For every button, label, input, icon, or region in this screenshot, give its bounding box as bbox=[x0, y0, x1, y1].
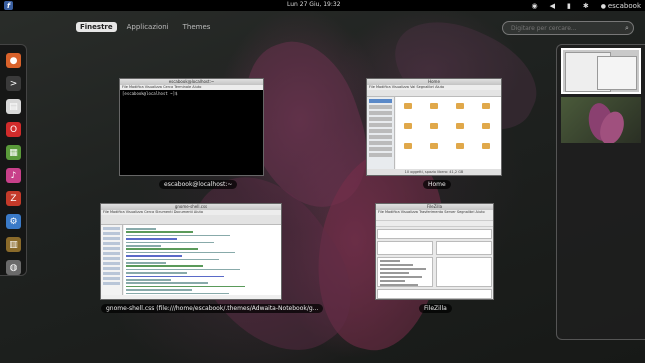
code-line bbox=[126, 255, 182, 257]
file-manager-sidebar bbox=[367, 97, 395, 169]
window-caption-gedit: gnome-shell.css (file:///home/escabook/.… bbox=[101, 304, 324, 313]
code-line bbox=[126, 234, 230, 237]
folder-icon bbox=[404, 123, 412, 129]
file-manager-icon-view bbox=[396, 97, 501, 169]
search-icon: ⌕ bbox=[625, 24, 629, 32]
user-name: escabook bbox=[607, 1, 641, 10]
system-tray: ◉ ◀ ▮ ✱ ● escabook bbox=[531, 0, 641, 11]
file-row bbox=[380, 268, 426, 270]
window-thumbnail-files[interactable]: Home File Modifica Visualizza Vai Segnal… bbox=[366, 78, 502, 176]
bluetooth-icon[interactable]: ✱ bbox=[583, 2, 589, 10]
search-input[interactable] bbox=[502, 21, 634, 35]
file-row bbox=[380, 276, 422, 278]
filezilla-quickconnect bbox=[376, 221, 493, 227]
drive-icon[interactable]: ◍ bbox=[6, 260, 21, 275]
file-row bbox=[380, 272, 409, 274]
filezilla-local-list bbox=[377, 257, 433, 287]
window-thumbnail-filezilla[interactable]: FileZilla File Modifica Visualizza Trasf… bbox=[375, 203, 494, 300]
code-line bbox=[126, 258, 219, 261]
window-caption-terminal: escabook@localhost:~ bbox=[159, 180, 238, 189]
file-row bbox=[380, 280, 405, 282]
code-line bbox=[126, 262, 166, 264]
code-line bbox=[126, 289, 192, 291]
tab-windows[interactable]: Finestre bbox=[76, 22, 117, 32]
code-line bbox=[126, 245, 161, 247]
opera-icon[interactable]: O bbox=[6, 122, 21, 137]
code-line bbox=[126, 228, 156, 230]
terminal-icon[interactable]: > bbox=[6, 76, 21, 91]
image-viewer-icon[interactable]: ▦ bbox=[6, 145, 21, 160]
accessibility-icon[interactable]: ◉ bbox=[531, 2, 537, 10]
code-line bbox=[126, 292, 229, 295]
code-line bbox=[126, 285, 245, 288]
folder-icon bbox=[456, 143, 464, 149]
terminal-prompt: [escabook@localhost ~]$ bbox=[122, 91, 178, 96]
code-line bbox=[126, 268, 240, 271]
file-manager-toolbar bbox=[367, 90, 501, 97]
window-caption-filezilla: FileZilla bbox=[419, 304, 452, 313]
window-menubar: File Modifica Visualizza Trasferimento S… bbox=[376, 210, 493, 215]
dash: ● > ▤ O ▦ ♪ Z ⚙ ▥ ◍ bbox=[0, 44, 27, 276]
code-line bbox=[126, 272, 187, 274]
folder-icon bbox=[456, 103, 464, 109]
window-caption-files: Home bbox=[423, 180, 451, 189]
code-line bbox=[126, 248, 198, 250]
clock[interactable]: Lun 27 Giu, 19:32 bbox=[287, 1, 341, 8]
user-menu[interactable]: ● escabook bbox=[601, 2, 641, 10]
file-manager-status: 10 oggetti, spazio libero: 41,2 GB bbox=[367, 169, 501, 175]
filezilla-queue-pane bbox=[377, 289, 492, 299]
files-icon[interactable]: ▤ bbox=[6, 99, 21, 114]
filezilla-log-pane bbox=[377, 229, 492, 239]
network-icon[interactable]: ▮ bbox=[567, 2, 571, 10]
folder-icon bbox=[404, 143, 412, 149]
code-line bbox=[126, 241, 214, 244]
folder-icon bbox=[430, 123, 438, 129]
view-selector: Finestre Applicazioni Themes bbox=[76, 22, 214, 32]
workspace-2[interactable] bbox=[561, 97, 641, 143]
workspace-mini-window bbox=[597, 56, 637, 90]
tab-themes[interactable]: Themes bbox=[179, 22, 215, 32]
filezilla-local-tree bbox=[377, 241, 433, 255]
folder-icon bbox=[482, 103, 490, 109]
activities-button[interactable]: f bbox=[4, 1, 13, 10]
workspace-1[interactable] bbox=[561, 48, 641, 94]
file-row bbox=[380, 284, 418, 286]
code-line bbox=[126, 282, 208, 284]
code-line bbox=[126, 238, 177, 240]
folder-icon bbox=[482, 143, 490, 149]
filezilla-icon[interactable]: Z bbox=[6, 191, 21, 206]
code-line bbox=[126, 231, 193, 233]
file-row bbox=[380, 260, 400, 262]
folder-icon bbox=[456, 123, 464, 129]
folder-icon bbox=[430, 103, 438, 109]
window-thumbnail-terminal[interactable]: escabook@localhost:~ File Modifica Visua… bbox=[119, 78, 264, 176]
top-bar: f Lun 27 Giu, 19:32 ◉ ◀ ▮ ✱ ● escabook bbox=[0, 0, 645, 11]
terminal-area: [escabook@localhost ~]$ bbox=[120, 90, 263, 175]
tab-applications[interactable]: Applicazioni bbox=[123, 22, 173, 32]
code-line bbox=[126, 279, 171, 281]
file-row bbox=[380, 264, 413, 266]
code-line bbox=[126, 251, 235, 254]
filezilla-remote-list bbox=[436, 257, 492, 287]
folder-icon bbox=[404, 103, 412, 109]
music-player-icon[interactable]: ♪ bbox=[6, 168, 21, 183]
folder-icon bbox=[430, 143, 438, 149]
firefox-icon[interactable]: ● bbox=[6, 53, 21, 68]
editor-file-tree bbox=[101, 225, 123, 295]
workspace-switcher bbox=[556, 44, 645, 340]
code-line bbox=[126, 265, 203, 267]
code-line bbox=[126, 275, 224, 278]
folder-icon bbox=[482, 123, 490, 129]
filezilla-remote-tree bbox=[436, 241, 492, 255]
editor-text-area bbox=[124, 225, 281, 295]
volume-icon[interactable]: ◀ bbox=[550, 2, 555, 10]
editor-toolbar bbox=[101, 215, 281, 225]
window-thumbnail-gedit[interactable]: gnome-shell.css File Modifica Visualizza… bbox=[100, 203, 282, 300]
system-monitor-icon[interactable]: ▥ bbox=[6, 237, 21, 252]
settings-icon[interactable]: ⚙ bbox=[6, 214, 21, 229]
